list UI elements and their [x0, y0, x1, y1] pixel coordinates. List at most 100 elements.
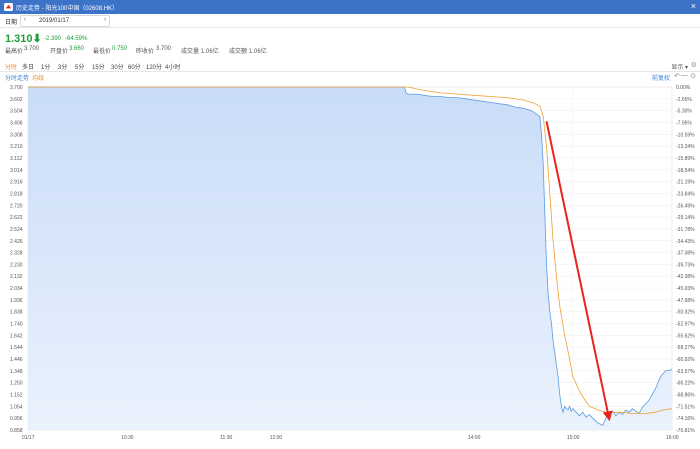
down-arrow-icon: ⬇	[32, 33, 42, 45]
y-tick-label-right: -63.57%	[676, 369, 695, 375]
date-label: 日期	[5, 20, 18, 26]
y-tick-label-left: 2.426	[10, 239, 23, 245]
next-date-icon[interactable]: ›	[104, 17, 106, 23]
y-tick-label-right: -23.84%	[676, 191, 695, 197]
y-tick-label-right: -50.32%	[676, 310, 695, 316]
y-tick-label-left: 3.504	[10, 109, 23, 115]
y-tick-label-left: 1.838	[10, 310, 23, 316]
y-tick-label-right: -45.03%	[676, 286, 695, 292]
x-tick-label: 01/17	[22, 435, 35, 441]
y-tick-label-right: -74.16%	[676, 416, 695, 422]
tab-15min[interactable]: 15分	[92, 62, 105, 71]
y-tick-label-right: -37.08%	[676, 251, 695, 257]
prev-date-icon[interactable]: ‹	[24, 17, 26, 23]
y-tick-label-left: 3.308	[10, 132, 23, 138]
y-tick-label-right: -15.89%	[676, 156, 695, 162]
y-tick-label-right: -42.38%	[676, 274, 695, 280]
y-tick-label-right: -7.95%	[676, 120, 692, 126]
tab-3min[interactable]: 3分	[58, 62, 67, 71]
tab-4hour[interactable]: 4小时	[165, 62, 180, 71]
y-tick-label-left: 1.446	[10, 357, 23, 363]
period-tabs: 分时 多日 1分 3分 5分 15分 30分 60分 120分 4小时 显示 ▾…	[0, 60, 700, 72]
prev-close-label: 昨收价	[136, 49, 155, 55]
y-tick-label-left: 3.700	[10, 85, 23, 91]
y-tick-label-left: 2.132	[10, 274, 23, 280]
y-tick-label-right: -60.92%	[676, 357, 695, 363]
undo-icon[interactable]: ↶	[674, 72, 680, 80]
price-change: -2.390	[44, 36, 62, 42]
x-tick-label: 14:00	[468, 435, 481, 441]
tab-multi-day[interactable]: 多日	[22, 62, 34, 71]
app-logo-icon	[4, 3, 13, 11]
y-tick-label-left: 2.230	[10, 262, 23, 268]
y-tick-label-left: 2.622	[10, 215, 23, 221]
settings-icon[interactable]: ⚙	[691, 61, 697, 69]
display-dropdown[interactable]: 显示 ▾	[671, 62, 688, 71]
y-tick-label-left: 1.936	[10, 298, 23, 304]
y-tick-label-left: 3.602	[10, 97, 23, 103]
y-tick-label-left: 1.740	[10, 322, 23, 328]
y-tick-label-left: 3.014	[10, 168, 23, 174]
y-tick-label-right: -76.81%	[676, 428, 695, 434]
tab-120min[interactable]: 120分	[146, 62, 162, 71]
x-tick-label: 16:00	[666, 435, 679, 441]
price-change-pct: -64.59%	[65, 36, 88, 42]
y-tick-label-right: -2.65%	[676, 97, 692, 103]
y-tick-label-left: 2.328	[10, 251, 23, 257]
tab-intraday[interactable]: 分时	[5, 62, 17, 71]
price-chart[interactable]: 3.700 0.00% 3.602 -2.65% 3.504 -5.30% 3.406 -7.…	[0, 84, 700, 449]
y-tick-label-right: -47.68%	[676, 298, 695, 304]
minus-icon[interactable]: —	[681, 72, 688, 79]
y-tick-label-right: -71.51%	[676, 404, 695, 410]
x-tick-label: 10:30	[121, 435, 134, 441]
high-label: 最高价	[5, 49, 24, 55]
low-label: 最低价	[93, 49, 112, 55]
y-tick-label-right: -66.22%	[676, 381, 695, 387]
date-picker[interactable]: ‹ 2019/01/17 ›	[20, 15, 110, 27]
tab-1min[interactable]: 1分	[41, 62, 50, 71]
tab-5min[interactable]: 5分	[75, 62, 84, 71]
y-tick-label-left: 1.250	[10, 381, 23, 387]
y-tick-label-right: 0.00%	[676, 85, 691, 91]
stats-bar: 最高价 3.700 开盘价 3.660 最低价 0.750 昨收价 3.700 …	[0, 46, 700, 57]
y-tick-label-right: -29.14%	[676, 215, 695, 221]
y-tick-label-left: 2.818	[10, 191, 23, 197]
volume-value: 1.06亿	[201, 49, 219, 55]
open-value: 3.660	[69, 46, 85, 52]
zoom-icon[interactable]: ⊙	[690, 72, 696, 80]
y-tick-label-left: 0.956	[10, 416, 23, 422]
x-tick-label: 12:00	[270, 435, 283, 441]
x-tick-label: 15:00	[567, 435, 580, 441]
y-tick-label-right: -68.86%	[676, 393, 695, 399]
x-tick-label: 11:30	[220, 435, 232, 441]
y-tick-label-left: 1.544	[10, 345, 23, 351]
y-tick-label-left: 2.034	[10, 286, 23, 292]
date-bar: 日期 ‹ 2019/01/17 ›	[0, 14, 700, 28]
y-tick-label-right: -39.73%	[676, 262, 695, 268]
volume-label: 成交量	[181, 49, 200, 55]
legend-average: 均线	[32, 76, 45, 82]
y-tick-label-right: -34.43%	[676, 239, 695, 245]
amount-value: 1.06亿	[249, 49, 267, 55]
y-tick-label-right: -31.78%	[676, 227, 695, 233]
tab-30min[interactable]: 30分	[111, 62, 124, 71]
last-price: 1.310⬇	[5, 33, 42, 45]
y-tick-label-right: -5.30%	[676, 109, 692, 115]
y-tick-label-right: -26.49%	[676, 203, 695, 209]
y-tick-label-right: -13.24%	[676, 144, 695, 150]
y-tick-label-left: 1.642	[10, 333, 23, 339]
adjust-toggle[interactable]: 前复权	[652, 73, 670, 82]
y-tick-label-left: 1.348	[10, 369, 23, 375]
date-value: 2019/01/17	[39, 18, 70, 24]
y-tick-label-right: -58.27%	[676, 345, 695, 351]
y-tick-label-left: 3.112	[10, 156, 22, 162]
chart-legend: 分时走势 均线 前复权 ↶ — ⊙	[0, 72, 700, 83]
y-tick-label-right: -55.62%	[676, 333, 695, 339]
y-tick-label-right: -21.19%	[676, 180, 695, 186]
tab-60min[interactable]: 60分	[128, 62, 141, 71]
prev-close-value: 3.700	[156, 46, 172, 52]
close-icon[interactable]: ×	[691, 1, 696, 11]
y-tick-label-left: 1.054	[10, 404, 23, 410]
y-tick-label-right: -10.59%	[676, 132, 695, 138]
y-tick-label-left: 3.210	[10, 144, 23, 150]
